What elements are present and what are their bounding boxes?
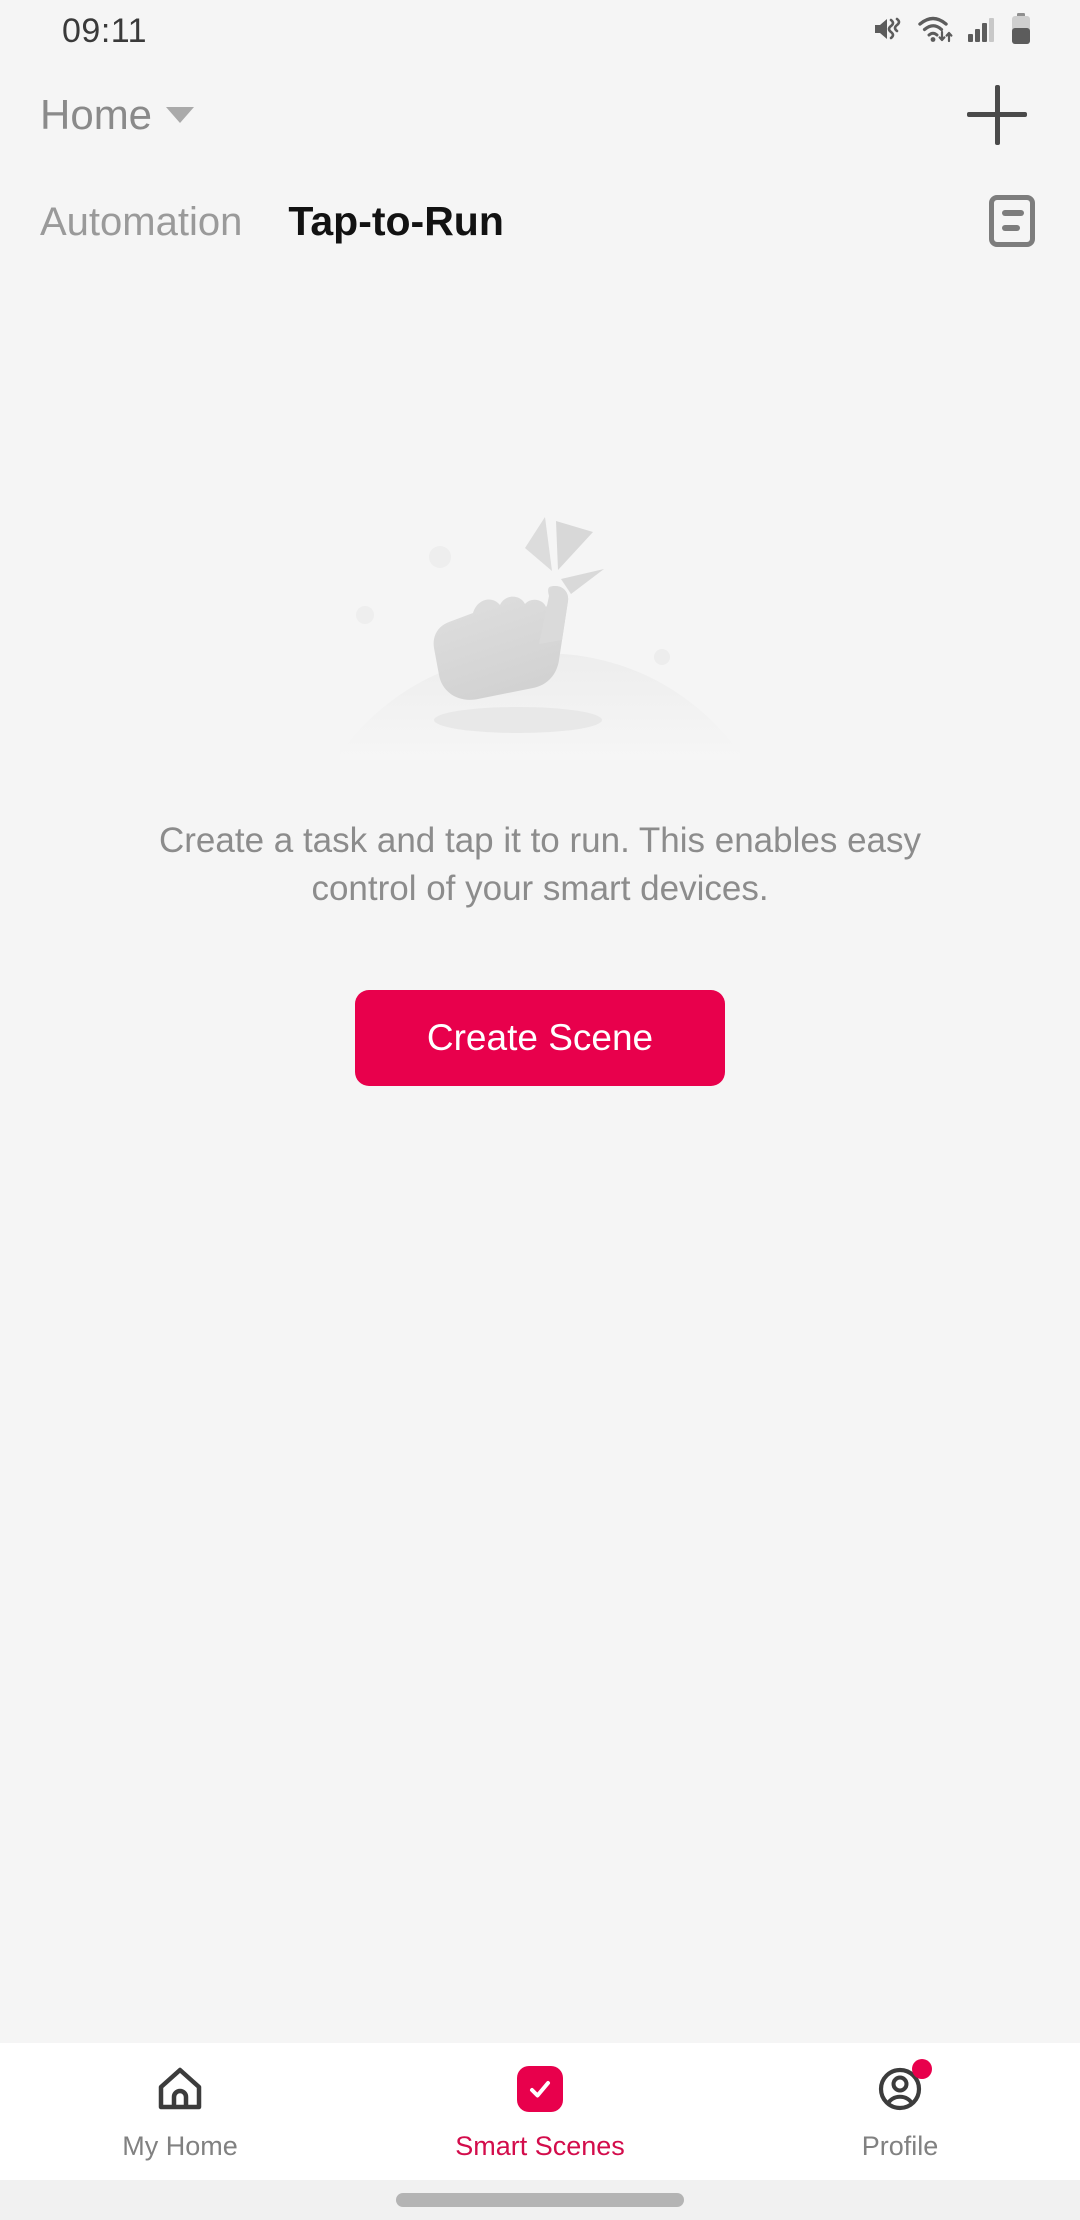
nav-item-smart-scenes[interactable]: Smart Scenes	[360, 2061, 720, 2162]
status-bar: 09:11	[0, 0, 1080, 62]
nav-label-profile: Profile	[861, 2131, 939, 2161]
mute-vibrate-icon	[873, 14, 905, 49]
tap-hand-icon	[340, 515, 740, 765]
checkmark-square-icon	[512, 2061, 568, 2117]
status-bar-icons	[873, 12, 1032, 50]
status-bar-clock: 09:11	[62, 11, 148, 50]
tab-automation[interactable]: Automation	[40, 200, 242, 245]
create-scene-button[interactable]: Create Scene	[355, 989, 725, 1086]
profile-notification-badge	[912, 2059, 932, 2079]
chevron-down-icon	[166, 106, 195, 123]
home-icon	[152, 2061, 208, 2117]
battery-icon	[1010, 12, 1032, 50]
app-header: Home	[0, 62, 1080, 167]
nav-label-my-home: My Home	[122, 2131, 238, 2161]
empty-state-container: Create a task and tap it to run. This en…	[0, 275, 1080, 2043]
scene-log-icon[interactable]	[989, 195, 1035, 247]
scene-log-line-1	[1002, 210, 1024, 216]
scene-log-line-2	[1002, 225, 1020, 231]
tab-list: Automation Tap-to-Run	[40, 198, 989, 245]
nav-item-profile[interactable]: Profile	[720, 2059, 1080, 2162]
empty-state-description: Create a task and tap it to run. This en…	[158, 821, 922, 909]
wifi-icon	[918, 14, 954, 49]
add-button[interactable]	[959, 77, 1035, 153]
tab-bar: Automation Tap-to-Run	[0, 167, 1080, 275]
home-selector-label: Home	[40, 90, 153, 138]
tab-tap-to-run[interactable]: Tap-to-Run	[288, 198, 504, 245]
system-gesture-area	[0, 2180, 1080, 2220]
account-circle-icon	[872, 2059, 932, 2117]
checkmark-square-shape	[517, 2066, 563, 2112]
cellular-signal-icon	[967, 14, 997, 49]
app-screen: 09:11 Home Automation Tap-to-Run Create …	[0, 0, 1080, 2220]
home-indicator[interactable]	[396, 2193, 684, 2207]
nav-item-my-home[interactable]: My Home	[0, 2061, 360, 2162]
nav-label-smart-scenes: Smart Scenes	[455, 2131, 625, 2161]
bottom-navigation: My Home Smart Scenes Profile	[0, 2043, 1080, 2180]
home-selector[interactable]: Home	[40, 90, 195, 139]
